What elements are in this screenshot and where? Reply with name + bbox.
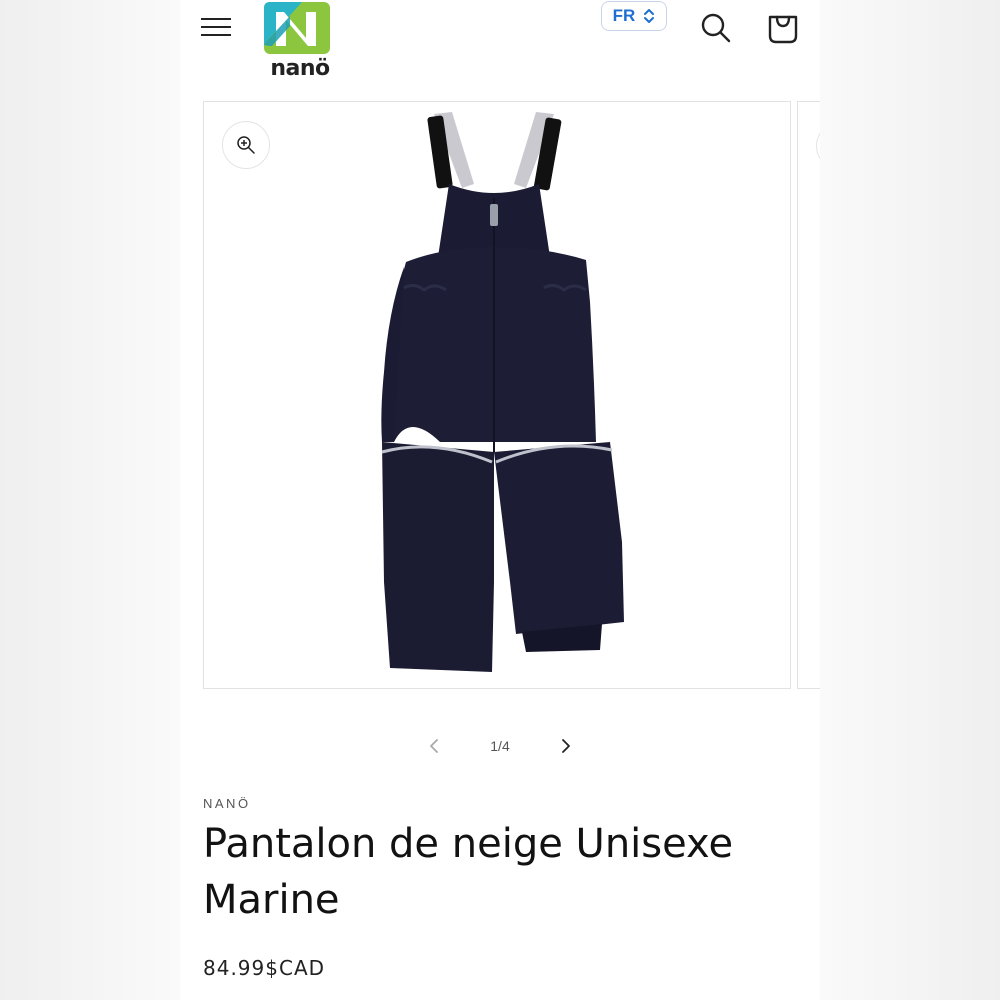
slide-counter: 1/4	[490, 738, 510, 754]
cart-icon	[768, 15, 798, 44]
search-icon	[701, 13, 731, 43]
chevron-right-icon	[562, 739, 570, 753]
product-title: Pantalon de neige Unisexe Marine	[203, 821, 734, 923]
product-vendor: NANÖ	[203, 796, 251, 811]
gallery-slider-nav: 1/4	[420, 730, 580, 762]
zoom-in-icon	[816, 122, 820, 170]
cart-button[interactable]	[765, 10, 801, 46]
menu-button[interactable]	[200, 12, 232, 44]
brand-logo[interactable]: nanö	[260, 0, 340, 86]
logo-mark-icon	[264, 2, 330, 54]
language-label: FR	[612, 6, 636, 25]
hamburger-menu-icon	[200, 18, 232, 36]
chevron-up-down-icon	[644, 9, 655, 23]
background-left	[0, 0, 180, 1000]
background-right	[820, 0, 1000, 1000]
product-page: nanö FR 1/4 NANÖ Pantalon de neige Unise…	[180, 0, 820, 1000]
next-gallery-slide-preview[interactable]	[797, 101, 820, 689]
product-image	[381, 112, 624, 672]
chevron-left-icon	[430, 739, 438, 753]
next-slide-button[interactable]	[552, 730, 580, 762]
search-button[interactable]	[698, 10, 734, 46]
zoom-button[interactable]	[222, 121, 270, 169]
product-gallery-slide[interactable]	[203, 101, 791, 689]
product-price: 84.99$CAD	[203, 956, 326, 980]
zoom-in-icon	[237, 136, 255, 154]
logo-text: nanö	[270, 56, 330, 81]
language-selector[interactable]: FR	[601, 1, 667, 31]
previous-slide-button[interactable]	[420, 730, 448, 762]
